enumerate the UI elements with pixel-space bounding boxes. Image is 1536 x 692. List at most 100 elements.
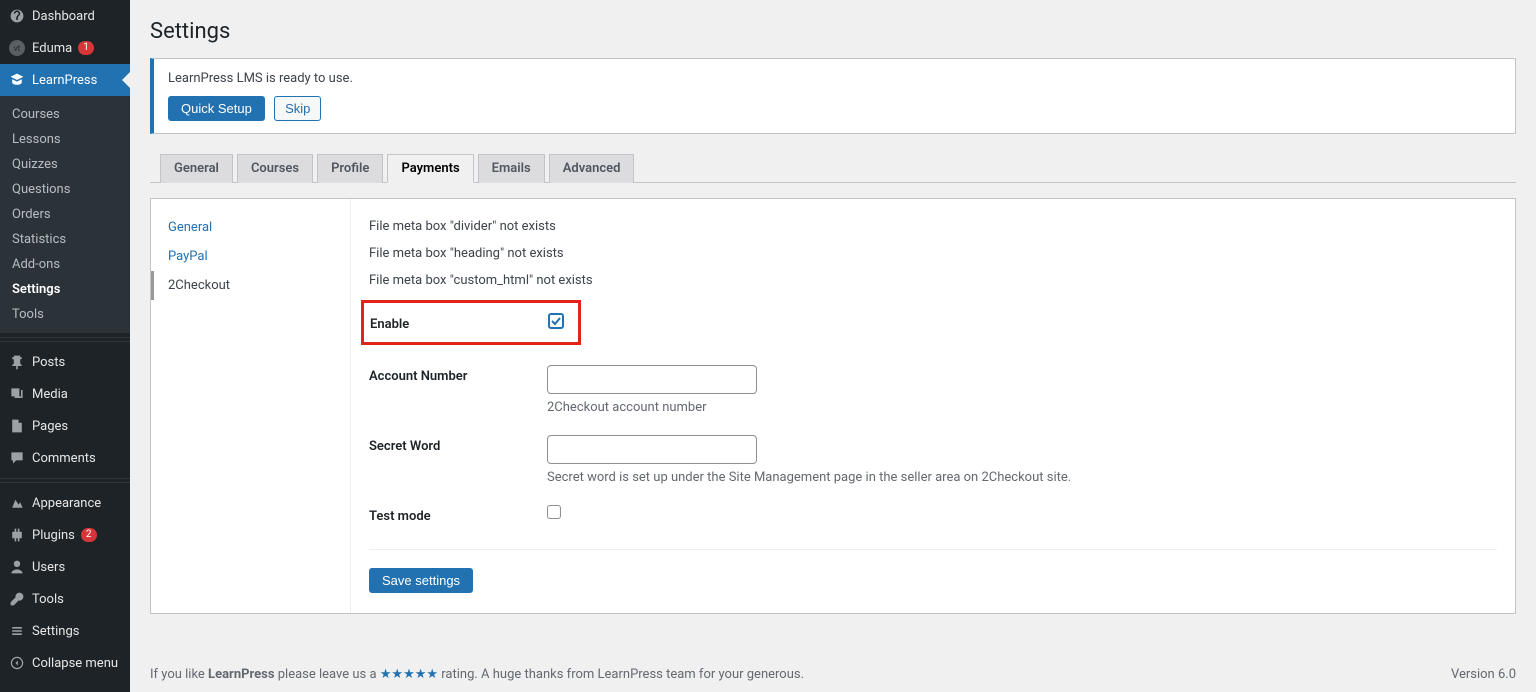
plugins-icon: [8, 526, 26, 544]
footer-part: If you like: [150, 667, 208, 682]
sidebar-label: Settings: [32, 624, 79, 639]
test-mode-row: Test mode: [369, 505, 1497, 524]
tools-icon: [8, 590, 26, 608]
sidebar-label: Tools: [32, 592, 64, 607]
sidebar-label: Pages: [32, 419, 68, 434]
sidebar-label: Posts: [32, 355, 65, 370]
save-settings-button[interactable]: Save settings: [369, 568, 473, 593]
appearance-icon: [8, 494, 26, 512]
submenu-courses[interactable]: Courses: [0, 102, 130, 127]
footer-brand: LearnPress: [208, 667, 274, 682]
payments-sub-nav: General PayPal 2Checkout: [151, 199, 351, 613]
sidebar-label: LearnPress: [32, 73, 97, 88]
enable-label: Enable: [370, 313, 548, 332]
sidebar-label: Eduma: [32, 41, 72, 56]
sidebar-item-pages[interactable]: Pages: [0, 410, 130, 442]
sidebar-submenu: Courses Lessons Quizzes Questions Orders…: [0, 96, 130, 333]
meta-msg-1: File meta box "divider" not exists: [369, 219, 1497, 234]
sidebar-item-learnpress[interactable]: LearnPress: [0, 64, 130, 96]
sidebar-label: Plugins: [32, 528, 75, 543]
sidebar-item-posts[interactable]: Posts: [0, 346, 130, 378]
page-title: Settings: [150, 10, 1516, 58]
skip-button[interactable]: Skip: [274, 96, 321, 121]
sidebar-item-appearance[interactable]: Appearance: [0, 487, 130, 519]
payments-sub-2checkout[interactable]: 2Checkout: [151, 271, 350, 300]
tab-general[interactable]: General: [160, 154, 233, 183]
enable-row: Enable: [361, 300, 581, 345]
footer-part: rating. A huge thanks from LearnPress te…: [438, 667, 804, 682]
media-icon: [8, 385, 26, 403]
payments-sub-paypal[interactable]: PayPal: [151, 242, 350, 271]
setup-notice: LearnPress LMS is ready to use. Quick Se…: [150, 58, 1516, 134]
account-number-label: Account Number: [369, 365, 547, 384]
sidebar-label: Media: [32, 387, 68, 402]
learnpress-icon: [8, 71, 26, 89]
submenu-lessons[interactable]: Lessons: [0, 127, 130, 152]
tab-payments[interactable]: Payments: [387, 154, 473, 183]
notice-message: LearnPress LMS is ready to use.: [168, 71, 1501, 86]
submenu-quizzes[interactable]: Quizzes: [0, 152, 130, 177]
collapse-icon: [8, 654, 26, 672]
sidebar-label: Users: [32, 560, 65, 575]
meta-msg-2: File meta box "heading" not exists: [369, 246, 1497, 261]
settings-tabs: General Courses Profile Payments Emails …: [150, 154, 1516, 183]
users-icon: [8, 558, 26, 576]
sidebar-item-settings[interactable]: Settings: [0, 615, 130, 647]
payments-sub-general[interactable]: General: [151, 213, 350, 242]
account-number-input[interactable]: [547, 365, 757, 394]
settings-icon: [8, 622, 26, 640]
sidebar-separator: [0, 337, 130, 342]
tab-courses[interactable]: Courses: [237, 154, 313, 183]
secret-word-input[interactable]: [547, 435, 757, 464]
secret-word-row: Secret Word Secret word is set up under …: [369, 435, 1497, 485]
pages-icon: [8, 417, 26, 435]
panel-body: File meta box "divider" not exists File …: [351, 199, 1515, 613]
submenu-tools[interactable]: Tools: [0, 302, 130, 327]
sidebar-label: Appearance: [32, 496, 101, 511]
sidebar-item-dashboard[interactable]: Dashboard: [0, 0, 130, 32]
sidebar-item-collapse[interactable]: Collapse menu: [0, 647, 130, 679]
dashboard-icon: [8, 7, 26, 25]
sidebar-item-comments[interactable]: Comments: [0, 442, 130, 474]
submenu-orders[interactable]: Orders: [0, 202, 130, 227]
sidebar-label: Collapse menu: [32, 656, 118, 671]
sidebar-item-users[interactable]: Users: [0, 551, 130, 583]
badge-count: 2: [81, 528, 97, 542]
sidebar-separator: [0, 478, 130, 483]
footer-text: If you like LearnPress please leave us a…: [150, 667, 804, 682]
admin-sidebar: Dashboard vt Eduma 1 LearnPress Courses …: [0, 0, 130, 692]
page-footer: If you like LearnPress please leave us a…: [150, 653, 1516, 692]
submenu-addons[interactable]: Add-ons: [0, 252, 130, 277]
badge-count: 1: [78, 41, 94, 55]
footer-version: Version 6.0: [1451, 667, 1516, 682]
tab-advanced[interactable]: Advanced: [549, 154, 635, 183]
sidebar-item-eduma[interactable]: vt Eduma 1: [0, 32, 130, 64]
account-number-desc: 2Checkout account number: [547, 400, 1497, 415]
tab-emails[interactable]: Emails: [478, 154, 545, 183]
sidebar-label: Comments: [32, 451, 96, 466]
submenu-settings[interactable]: Settings: [0, 277, 130, 302]
enable-checkbox[interactable]: [548, 313, 564, 329]
sidebar-item-tools[interactable]: Tools: [0, 583, 130, 615]
tab-profile[interactable]: Profile: [317, 154, 383, 183]
secret-word-desc: Secret word is set up under the Site Man…: [547, 470, 1497, 485]
comments-icon: [8, 449, 26, 467]
footer-part: please leave us a: [275, 667, 380, 682]
account-number-row: Account Number 2Checkout account number: [369, 365, 1497, 415]
sidebar-item-media[interactable]: Media: [0, 378, 130, 410]
sidebar-label: Dashboard: [32, 9, 95, 24]
secret-word-label: Secret Word: [369, 435, 547, 454]
sidebar-item-plugins[interactable]: Plugins 2: [0, 519, 130, 551]
test-mode-checkbox[interactable]: [547, 505, 561, 519]
eduma-icon: vt: [8, 39, 26, 57]
submenu-questions[interactable]: Questions: [0, 177, 130, 202]
payments-panel: General PayPal 2Checkout File meta box "…: [150, 198, 1516, 614]
quick-setup-button[interactable]: Quick Setup: [168, 96, 265, 121]
pin-icon: [8, 353, 26, 371]
main-content: Settings LearnPress LMS is ready to use.…: [130, 0, 1536, 692]
test-mode-label: Test mode: [369, 505, 547, 524]
form-separator: [369, 549, 1497, 550]
meta-msg-3: File meta box "custom_html" not exists: [369, 273, 1497, 288]
submenu-statistics[interactable]: Statistics: [0, 227, 130, 252]
footer-stars-link[interactable]: ★★★★★: [380, 667, 438, 682]
